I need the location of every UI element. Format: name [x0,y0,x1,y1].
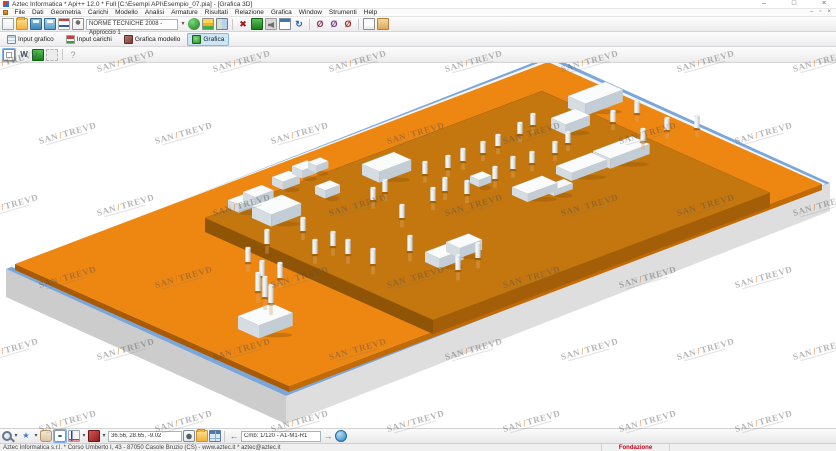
menu-relazione[interactable]: Relazione [231,9,267,17]
render-mode-caret[interactable]: ▾ [101,430,107,442]
view-tabs-toolbar: Input grafico Input carichi Grafica mode… [0,32,836,47]
window-title: Aztec Informatica * Api++ 12.0 * Full [C… [12,1,759,8]
app-icon [3,1,9,7]
close-button[interactable]: × [819,0,829,8]
status-spacer [670,444,836,451]
open-view-icon[interactable] [196,430,208,442]
tab-label: Grafica [203,36,224,43]
model-icon [124,35,133,44]
mdi-restore-button[interactable]: ▫ [819,9,821,16]
select-rectangle-button[interactable] [2,48,16,62]
rebar-delete-icon[interactable]: Ø [342,18,354,30]
run-analysis-icon[interactable] [251,18,263,30]
3d-viewport[interactable] [0,63,836,428]
print-icon[interactable] [363,18,375,30]
company-info: Aztec Informatica s.r.l. * Corso Umberto… [0,444,602,451]
3d-model-canvas[interactable] [0,63,836,428]
rotate-view-caret[interactable]: ▾ [33,430,39,442]
view-eye-button[interactable] [53,429,67,443]
menu-dati[interactable]: Dati [28,9,47,17]
menu-window[interactable]: Window [295,9,325,17]
axes-caret[interactable]: ▾ [81,430,87,442]
materials-icon[interactable] [188,18,200,30]
coordinates-input[interactable] [108,431,182,442]
rotate-view-icon[interactable]: ★ [20,430,32,442]
select-rectangle-icon [3,49,15,61]
save-icon[interactable] [30,18,42,30]
texture-view-icon[interactable] [46,49,58,61]
norm-combobox[interactable]: NORME TECNICHE 2008 - Approccio 1 [86,19,178,30]
window-layout-icon[interactable] [279,18,291,30]
menu-bar: File Dati Geometria Carichi Modello Anal… [0,9,836,17]
graphics-icon [192,35,201,44]
norm-combobox-caret[interactable]: ▾ [180,18,186,30]
open-file-icon[interactable] [16,18,28,30]
results-table-icon[interactable] [209,430,221,442]
loads-icon [66,35,75,44]
zoom-icon[interactable] [2,431,12,441]
menu-modello[interactable]: Modello [112,9,142,17]
tab-input-carichi[interactable]: Input carichi [61,33,117,46]
analysis-tools-icon[interactable]: ✖ [237,18,249,30]
refresh-icon[interactable]: ↻ [293,18,305,30]
pan-hand-icon[interactable] [40,430,52,442]
mdi-child-icon[interactable] [3,10,8,15]
mdi-close-button[interactable]: × [827,9,831,16]
new-file-icon[interactable] [2,18,14,30]
view-options-toolbar: W ? [0,47,836,63]
menu-strumenti[interactable]: Strumenti [325,9,360,17]
grid-icon [7,35,16,44]
main-toolbar: NORME TECNICHE 2008 - Approccio 1 ▾ ✖ ↻ … [0,17,836,32]
norm-settings-icon[interactable] [72,18,84,30]
tab-grafica-modello[interactable]: Grafica modello [119,33,186,46]
menu-file[interactable]: File [11,9,28,17]
bottom-toolbar: ▾ ★ ▾ ▾ ▾ ← → [0,428,836,443]
tab-input-grafico[interactable]: Input grafico [2,33,59,46]
rebar-section-icon[interactable]: Ø [314,18,326,30]
maximize-button[interactable]: □ [789,0,799,8]
axes-icon[interactable] [68,430,80,442]
eye-icon [54,430,66,442]
tab-grafica[interactable]: Grafica [187,33,229,46]
report-icon[interactable] [377,18,389,30]
wireframe-icon[interactable]: W [18,49,30,61]
units-icon[interactable] [58,18,70,30]
menu-risultati[interactable]: Risultati [201,9,231,17]
tab-label: Grafica modello [135,36,181,43]
rebar-plate-icon[interactable]: Ø [328,18,340,30]
help-globe-icon[interactable] [335,430,347,442]
mdi-minimize-button[interactable]: – [810,9,813,16]
menu-help[interactable]: Help [360,9,380,17]
menu-geometria[interactable]: Geometria [47,9,84,17]
render-mode-icon[interactable] [88,430,100,442]
status-bar: Aztec Informatica s.r.l. * Corso Umberto… [0,443,836,451]
minimize-button[interactable]: – [759,0,769,8]
menu-grafica[interactable]: Grafica [267,9,295,17]
menu-analisi[interactable]: Analisi [141,9,167,17]
data-table-icon[interactable] [216,18,228,30]
save-all-icon[interactable] [44,18,56,30]
next-combination-button[interactable]: → [322,430,334,442]
query-info-icon[interactable]: ? [67,49,79,61]
sound-icon[interactable] [265,18,277,30]
tab-label: Input grafico [18,36,54,43]
mode-badge: Fondazione [602,444,670,451]
soil-layers-icon[interactable] [202,18,214,30]
menu-armature[interactable]: Armature [168,9,202,17]
previous-combination-button[interactable]: ← [228,430,240,442]
menu-carichi[interactable]: Carichi [84,9,111,17]
tab-label: Input carichi [77,36,112,43]
combination-input[interactable] [241,431,321,442]
snapshot-icon[interactable] [183,430,195,442]
solid-view-icon[interactable] [32,49,44,61]
